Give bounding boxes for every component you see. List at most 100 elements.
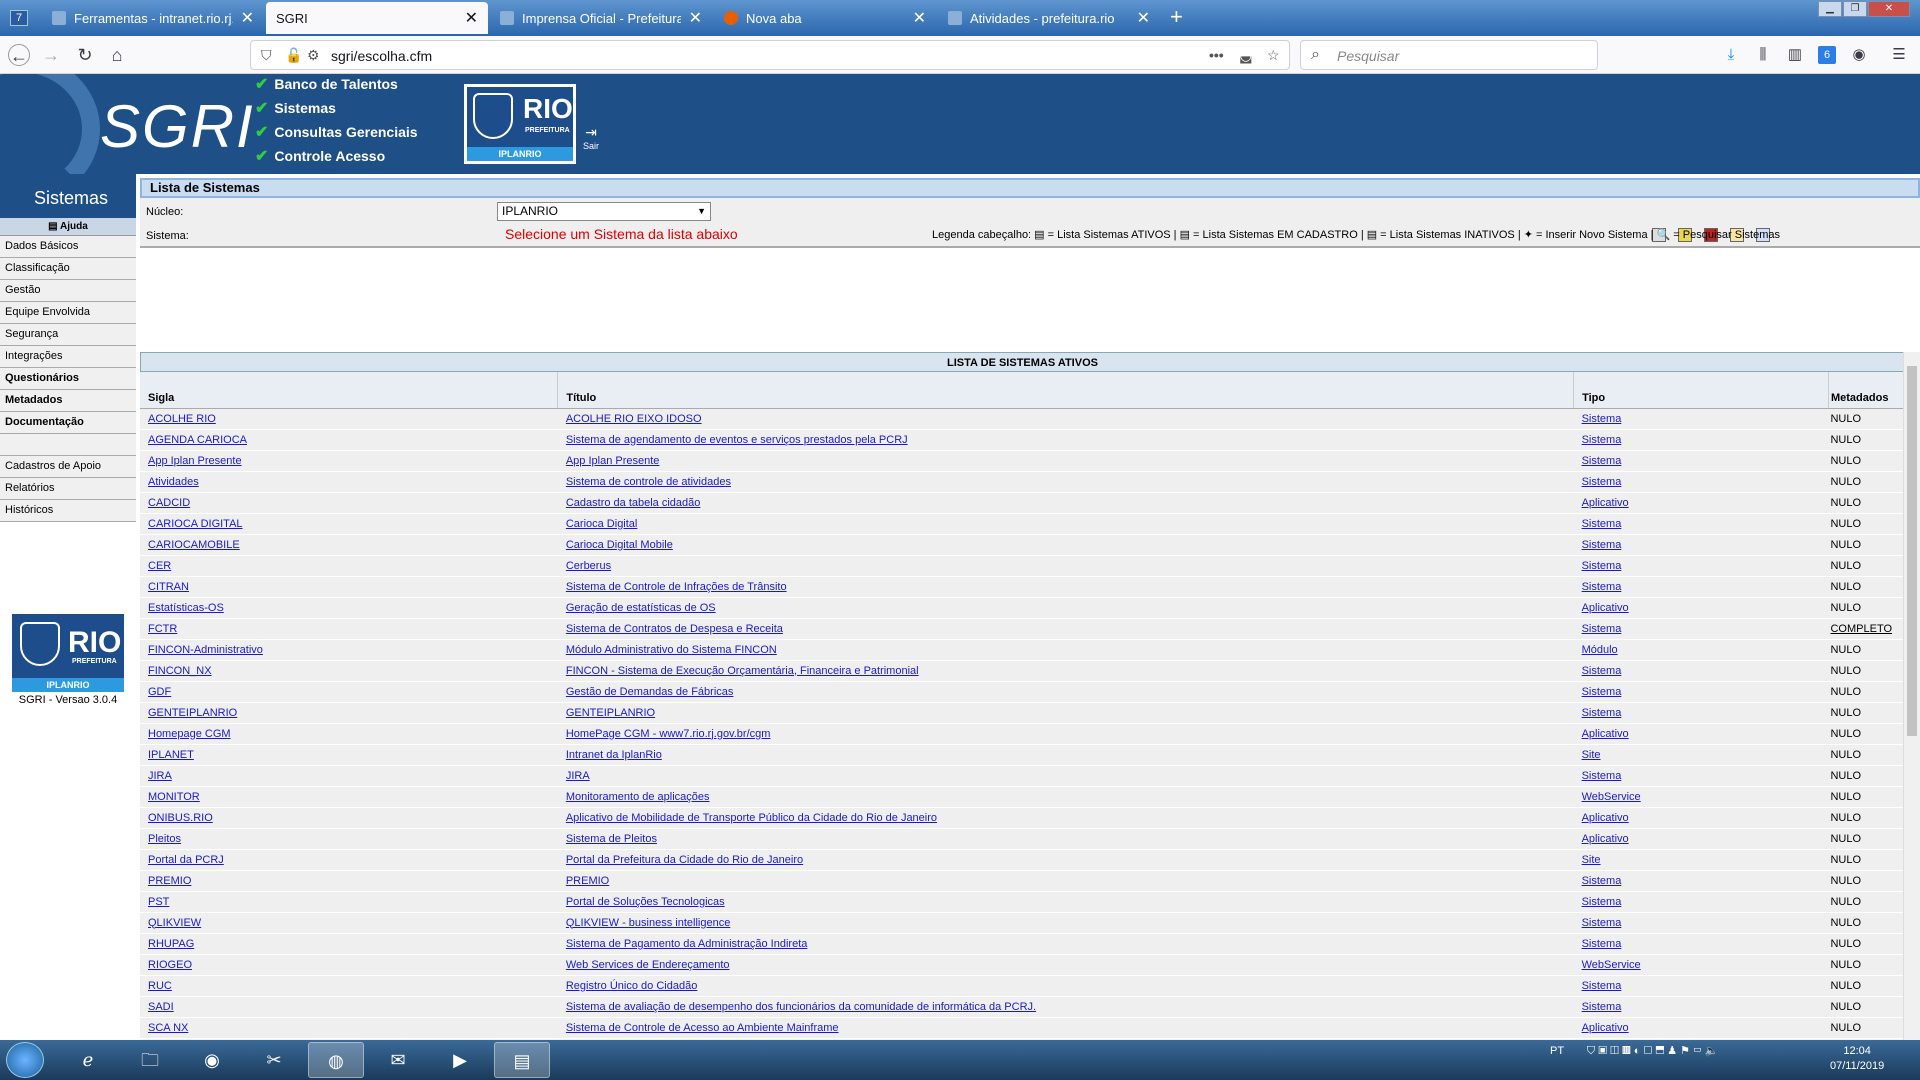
titulo-link[interactable]: GENTEIPLANRIO: [566, 707, 655, 719]
sigla-link[interactable]: RIOGEO: [148, 959, 192, 971]
tipo-link[interactable]: WebService: [1582, 959, 1641, 971]
tipo-link[interactable]: Aplicativo: [1582, 833, 1629, 845]
tipo-link[interactable]: Aplicativo: [1582, 1022, 1629, 1034]
sidebar-item-relatorios[interactable]: Relatórios: [0, 478, 136, 500]
titulo-link[interactable]: Aplicativo de Mobilidade de Transporte P…: [566, 812, 937, 824]
sidebar-item-seguranca[interactable]: Segurança: [0, 324, 136, 346]
titulo-link[interactable]: Cerberus: [566, 560, 611, 572]
tipo-link[interactable]: Aplicativo: [1582, 497, 1629, 509]
sidebar-item-integracoes[interactable]: Integrações: [0, 346, 136, 368]
tipo-link[interactable]: Sistema: [1582, 1001, 1622, 1013]
titulo-link[interactable]: Gestão de Demandas de Fábricas: [566, 686, 734, 698]
clock[interactable]: 12:04 07/11/2019: [1830, 1044, 1884, 1074]
media-player-icon[interactable]: ▶: [432, 1042, 488, 1078]
forward-arrow-icon[interactable]: →: [40, 44, 62, 66]
titulo-link[interactable]: JIRA: [566, 770, 590, 782]
close-tab-icon[interactable]: ✕: [913, 8, 926, 28]
tipo-link[interactable]: Sistema: [1582, 455, 1622, 467]
close-tab-icon[interactable]: ✕: [465, 8, 478, 28]
tipo-link[interactable]: Módulo: [1582, 644, 1618, 656]
titulo-link[interactable]: Cadastro da tabela cidadão: [566, 497, 701, 509]
extension-badge-icon[interactable]: 6: [1818, 46, 1836, 64]
tab-atividades[interactable]: Atividades - prefeitura.rio ✕: [938, 2, 1160, 34]
sigla-link[interactable]: FINCON_NX: [148, 665, 212, 677]
sigla-link[interactable]: CITRAN: [148, 581, 189, 593]
titulo-link[interactable]: Sistema de avaliação de desempenho dos f…: [566, 1001, 1036, 1013]
internet-explorer-icon[interactable]: ℯ: [60, 1042, 116, 1078]
download-icon[interactable]: ⤓: [1722, 46, 1740, 64]
tipo-link[interactable]: Sistema: [1582, 476, 1622, 488]
reload-icon[interactable]: ↻: [74, 44, 96, 66]
sigla-link[interactable]: ONIBUS.RIO: [148, 812, 213, 824]
tray-icons[interactable]: ⛉ ▣ ◫ ▦ ◐ ▢ ⬒ ♟ ⚑ ▭ 🔈: [1587, 1045, 1719, 1057]
tab-counter-badge[interactable]: 7: [10, 10, 28, 26]
menu-controle-acesso[interactable]: ✔ Controle Acesso: [255, 146, 385, 166]
sigla-link[interactable]: SCA NX: [148, 1022, 188, 1034]
tipo-link[interactable]: Sistema: [1582, 413, 1622, 425]
tipo-link[interactable]: Sistema: [1582, 980, 1622, 992]
titulo-link[interactable]: QLIKVIEW - business intelligence: [566, 917, 730, 929]
sigla-link[interactable]: CARIOCAMOBILE: [148, 539, 240, 551]
menu-consultas-gerenciais[interactable]: ✔ Consultas Gerenciais: [255, 122, 418, 142]
titulo-link[interactable]: Portal de Soluções Tecnologicas: [566, 896, 725, 908]
pocket-icon[interactable]: ◛: [1239, 47, 1253, 64]
sigla-link[interactable]: Estatísticas-OS: [148, 602, 224, 614]
metadados-value[interactable]: COMPLETO: [1830, 623, 1892, 635]
titulo-link[interactable]: Sistema de controle de atividades: [566, 476, 731, 488]
minimize-icon[interactable]: ▁: [1818, 1, 1842, 17]
sidebar-item-metadados[interactable]: Metadados: [0, 390, 136, 412]
address-bar[interactable]: ⛉ 🔓 ⚙ sgri/escolha.cfm ••• ◛ ☆: [250, 40, 1290, 70]
sigla-link[interactable]: JIRA: [148, 770, 172, 782]
sidebar-item-equipe-envolvida[interactable]: Equipe Envolvida: [0, 302, 136, 324]
sidebar-item-questionarios[interactable]: Questionários: [0, 368, 136, 390]
search-bar[interactable]: ⌕ Pesquisar: [1300, 40, 1598, 70]
titulo-link[interactable]: Intranet da IplanRio: [566, 749, 662, 761]
sigla-link[interactable]: Homepage CGM: [148, 728, 231, 740]
sigla-link[interactable]: AGENDA CARIOCA: [148, 434, 247, 446]
nucleo-select[interactable]: IPLANRIO ▼: [497, 202, 711, 221]
sidebar-item-historicos[interactable]: Históricos: [0, 500, 136, 522]
sigla-link[interactable]: ACOLHE RIO: [148, 413, 216, 425]
sigla-link[interactable]: FINCON-Administrativo: [148, 644, 263, 656]
titulo-link[interactable]: Portal da Prefeitura da Cidade do Rio de…: [566, 854, 803, 866]
titulo-link[interactable]: FINCON - Sistema de Execução Orçamentári…: [566, 665, 919, 677]
sigla-link[interactable]: Portal da PCRJ: [148, 854, 224, 866]
tab-ferramentas[interactable]: Ferramentas - intranet.rio.rj.go ✕: [42, 2, 264, 34]
chrome-icon[interactable]: ◉: [184, 1042, 240, 1078]
titulo-link[interactable]: Carioca Digital: [566, 518, 638, 530]
permissions-icon[interactable]: ⚙: [307, 47, 320, 64]
language-indicator[interactable]: PT: [1550, 1045, 1564, 1057]
tools-icon[interactable]: ✂: [246, 1042, 302, 1078]
thunderbird-icon[interactable]: ✉: [370, 1042, 426, 1078]
tipo-link[interactable]: Sistema: [1582, 896, 1622, 908]
menu-sistemas[interactable]: ✔ Sistemas: [255, 98, 336, 118]
sigla-link[interactable]: PST: [148, 896, 169, 908]
titulo-link[interactable]: Web Services de Endereçamento: [566, 959, 730, 971]
tab-nova-aba[interactable]: Nova aba ✕: [714, 2, 936, 34]
sigla-link[interactable]: App Iplan Presente: [148, 455, 242, 467]
help-link[interactable]: ▤ Ajuda: [0, 218, 136, 236]
shield-icon[interactable]: ⛉: [261, 47, 272, 64]
firefox-taskbar-icon[interactable]: ◍: [308, 1042, 364, 1078]
sigla-link[interactable]: RUC: [148, 980, 172, 992]
account-icon[interactable]: ◉: [1850, 46, 1868, 64]
titulo-link[interactable]: Carioca Digital Mobile: [566, 539, 673, 551]
maximize-icon[interactable]: ❐: [1843, 1, 1867, 17]
titulo-link[interactable]: Sistema de Controle de Infrações de Trân…: [566, 581, 787, 593]
tipo-link[interactable]: Sistema: [1582, 875, 1622, 887]
titulo-link[interactable]: Registro Único do Cidadão: [566, 980, 697, 992]
sidebar-toggle-icon[interactable]: ▥: [1786, 46, 1804, 64]
back-arrow-icon[interactable]: ←: [8, 44, 30, 66]
tipo-link[interactable]: Sistema: [1582, 518, 1622, 530]
tipo-link[interactable]: Sistema: [1582, 917, 1622, 929]
tipo-link[interactable]: Sistema: [1582, 434, 1622, 446]
sidebar-item-classificacao[interactable]: Classificação: [0, 258, 136, 280]
titulo-link[interactable]: Sistema de Contratos de Despesa e Receit…: [566, 623, 783, 635]
tipo-link[interactable]: Sistema: [1582, 581, 1622, 593]
tipo-link[interactable]: Site: [1582, 854, 1601, 866]
vertical-scrollbar[interactable]: [1903, 352, 1920, 1040]
tipo-link[interactable]: Sistema: [1582, 665, 1622, 677]
tipo-link[interactable]: Sistema: [1582, 560, 1622, 572]
tipo-link[interactable]: Sistema: [1582, 686, 1622, 698]
titulo-link[interactable]: Sistema de agendamento de eventos e serv…: [566, 434, 908, 446]
